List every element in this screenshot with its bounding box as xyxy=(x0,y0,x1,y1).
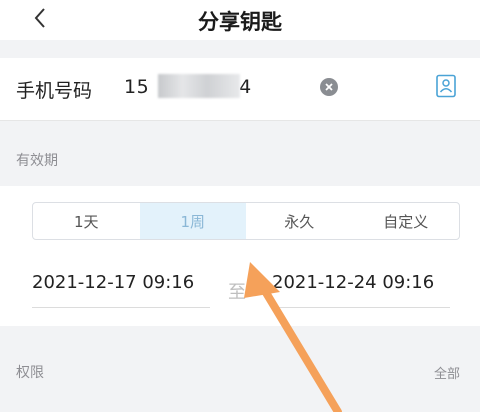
phone-redaction xyxy=(158,74,240,98)
phone-label: 手机号码 xyxy=(16,80,93,102)
to-label: 至 xyxy=(228,282,246,303)
contact-book-icon[interactable] xyxy=(435,74,457,98)
phone-row: 手机号码 15 4 xyxy=(0,58,480,121)
validity-card: 1天 1周 永久 自定义 2021-12-17 09:16 至 2021-12-… xyxy=(0,186,480,326)
start-datetime-field[interactable]: 2021-12-17 09:16 xyxy=(32,272,210,308)
clear-icon[interactable] xyxy=(320,78,338,96)
duration-selector: 1天 1周 永久 自定义 xyxy=(32,202,460,240)
duration-option-custom[interactable]: 自定义 xyxy=(353,203,460,239)
permissions-row: 权限 全部 xyxy=(0,346,480,412)
end-datetime-field[interactable]: 2021-12-24 09:16 xyxy=(272,272,450,308)
permissions-all-button[interactable]: 全部 xyxy=(434,363,460,382)
permissions-label: 权限 xyxy=(16,365,44,381)
duration-option-1day[interactable]: 1天 xyxy=(33,203,140,239)
duration-option-1week[interactable]: 1周 xyxy=(139,203,246,239)
validity-section-label: 有效期 xyxy=(16,153,58,169)
duration-option-permanent[interactable]: 永久 xyxy=(246,203,353,239)
page-title: 分享钥匙 xyxy=(198,10,282,34)
nav-bar: 分享钥匙 xyxy=(0,0,480,40)
